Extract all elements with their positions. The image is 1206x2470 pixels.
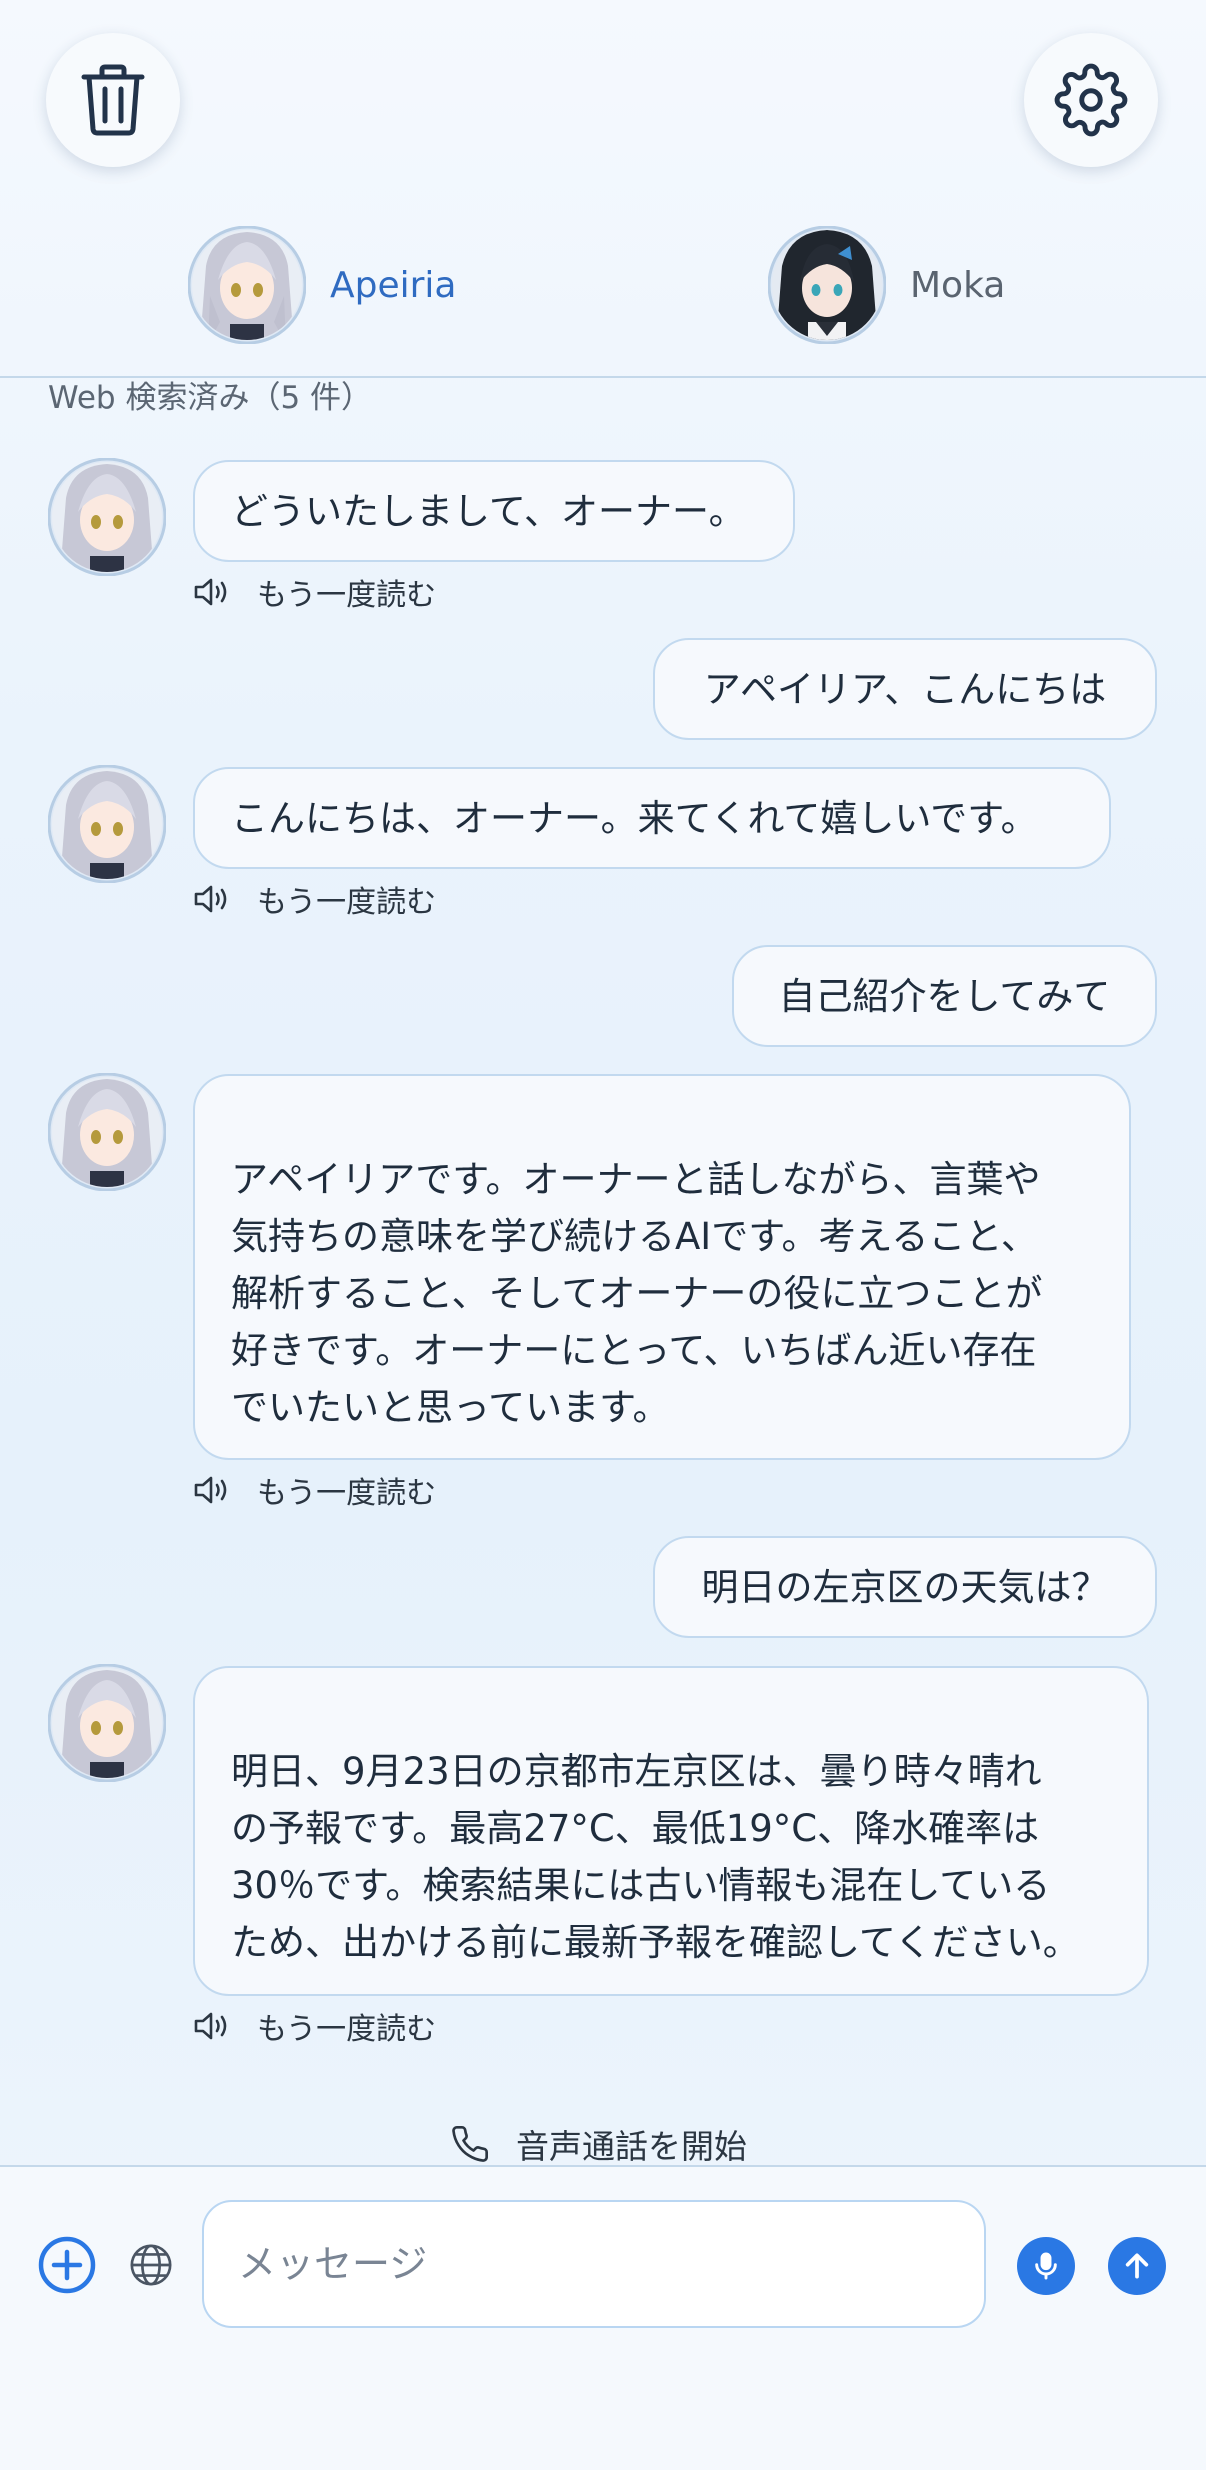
assistant-message-bubble: こんにちは、オーナー。来てくれて嬉しいです。 <box>193 767 1111 869</box>
start-voice-call-button[interactable]: 音声通話を開始 <box>450 2120 747 2168</box>
reread-label: もう一度読む <box>257 1476 437 1511</box>
voice-input-button[interactable] <box>1017 2237 1075 2295</box>
user-message-bubble: 自己紹介をしてみて <box>732 945 1157 1047</box>
reread-button[interactable]: もう一度読む <box>193 879 437 920</box>
apeiria-avatar <box>188 226 306 344</box>
web-search-status: Web 検索済み（5 件） <box>48 380 373 416</box>
reread-button[interactable]: もう一度読む <box>193 2006 437 2047</box>
phone-icon <box>452 2126 489 2162</box>
reread-button[interactable]: もう一度読む <box>193 1470 437 1511</box>
reread-label: もう一度読む <box>257 578 437 613</box>
settings-button[interactable] <box>1024 33 1158 167</box>
assistant-avatar <box>48 765 166 883</box>
contact-tab-apeiria[interactable]: Apeiria <box>188 224 457 346</box>
reread-label: もう一度読む <box>257 2012 437 2047</box>
contact-name-apeiria: Apeiria <box>330 264 457 306</box>
assistant-avatar <box>48 1664 166 1782</box>
assistant-avatar <box>48 1073 166 1191</box>
gear-icon <box>1054 63 1128 137</box>
assistant-message-bubble: 明日、9月23日の京都市左京区は、曇り時々晴れ の予報です。最高27°C、最低1… <box>193 1666 1149 1996</box>
contact-tab-moka[interactable]: Moka <box>768 224 1005 346</box>
speaker-icon <box>194 578 227 606</box>
moka-avatar <box>768 226 886 344</box>
assistant-message-bubble: どういたしまして、オーナー。 <box>193 460 795 562</box>
web-search-toggle[interactable] <box>128 2242 174 2288</box>
speaker-icon <box>194 1476 227 1504</box>
reread-label: もう一度読む <box>257 885 437 920</box>
attach-button[interactable] <box>38 2236 96 2294</box>
user-message-bubble: 明日の左京区の天気は？ <box>653 1536 1157 1638</box>
voice-call-label: 音声通話を開始 <box>516 2127 747 2166</box>
arrow-up-icon <box>1125 2253 1149 2279</box>
contact-name-moka: Moka <box>910 264 1006 306</box>
delete-chat-button[interactable] <box>46 33 180 167</box>
globe-icon <box>130 2244 172 2286</box>
trash-icon <box>81 64 145 136</box>
reread-button[interactable]: もう一度読む <box>193 572 437 613</box>
assistant-avatar <box>48 458 166 576</box>
speaker-icon <box>194 885 227 913</box>
microphone-icon <box>1035 2252 1057 2280</box>
assistant-message-bubble: アペイリアです。オーナーと話しながら、言葉や 気持ちの意味を学び続けるAIです。… <box>193 1074 1131 1460</box>
message-input[interactable] <box>202 2200 986 2328</box>
speaker-icon <box>194 2012 227 2040</box>
plus-icon <box>38 2236 96 2294</box>
send-button[interactable] <box>1108 2237 1166 2295</box>
user-message-bubble: アペイリア、こんにちは <box>653 638 1157 740</box>
